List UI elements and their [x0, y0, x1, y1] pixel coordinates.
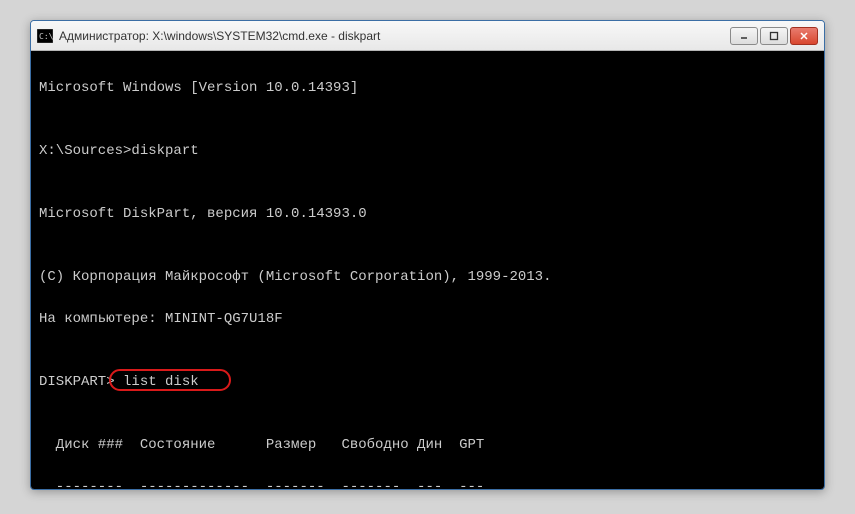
prompt-line: X:\Sources>diskpart [39, 141, 816, 162]
diskpart-version: Microsoft DiskPart, версия 10.0.14393.0 [39, 204, 816, 225]
svg-text:C:\: C:\ [39, 32, 53, 41]
table-header: Диск ### Состояние Размер Свободно Дин G… [39, 435, 816, 456]
table-divider: -------- ------------- ------- ------- -… [39, 477, 816, 489]
prompt: X:\Sources> [39, 143, 131, 159]
diskpart-prompt: DISKPART> [39, 374, 123, 390]
window-controls [730, 27, 818, 45]
terminal-area[interactable]: Microsoft Windows [Version 10.0.14393] X… [31, 51, 824, 489]
titlebar[interactable]: C:\ Администратор: X:\windows\SYSTEM32\c… [31, 21, 824, 51]
computer-line: На компьютере: MININT-QG7U18F [39, 309, 816, 330]
command: diskpart [131, 143, 198, 159]
minimize-button[interactable] [730, 27, 758, 45]
command-listdisk: list disk [123, 374, 199, 390]
window-title: Администратор: X:\windows\SYSTEM32\cmd.e… [59, 29, 730, 43]
close-button[interactable] [790, 27, 818, 45]
copyright-line: (C) Корпорация Майкрософт (Microsoft Cor… [39, 267, 816, 288]
maximize-button[interactable] [760, 27, 788, 45]
cmd-icon: C:\ [37, 29, 53, 43]
version-line: Microsoft Windows [Version 10.0.14393] [39, 78, 816, 99]
cmd-window: C:\ Администратор: X:\windows\SYSTEM32\c… [30, 20, 825, 490]
prompt-line: DISKPART> list disk [39, 372, 816, 393]
